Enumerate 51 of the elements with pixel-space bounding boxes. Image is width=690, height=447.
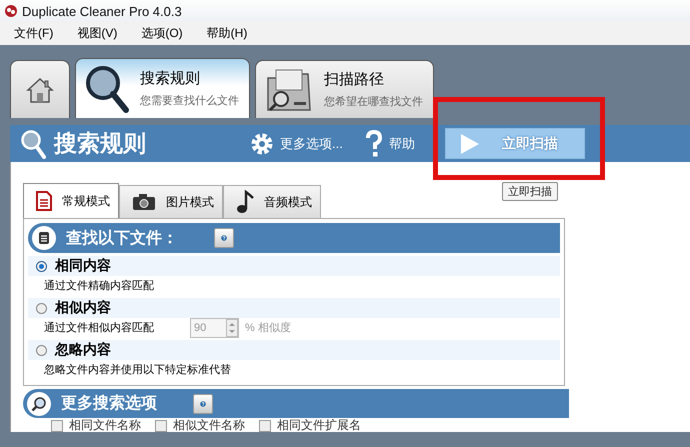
option-label: 相同内容 bbox=[55, 257, 111, 275]
checkbox[interactable] bbox=[155, 420, 167, 432]
checkbox-label: 相同文件扩展名 bbox=[277, 417, 361, 434]
tab-subtitle: 您需要查找什么文件 bbox=[140, 94, 239, 108]
tab-subtitle: 您希望在哪查找文件 bbox=[324, 94, 423, 109]
help-button[interactable] bbox=[214, 228, 234, 248]
checkbox[interactable] bbox=[259, 420, 271, 432]
main-tab[interactable]: 扫描路径 您希望在哪查找文件 bbox=[255, 60, 434, 118]
menu-item[interactable]: 帮助(H) bbox=[198, 23, 256, 44]
option-description: 通过文件精确内容匹配 bbox=[44, 278, 154, 293]
section-title: 搜索规则 bbox=[54, 129, 147, 158]
list-icon bbox=[37, 231, 51, 245]
camera-icon bbox=[132, 193, 156, 211]
checkbox-label: 相同文件名称 bbox=[69, 417, 141, 434]
settings-icon bbox=[250, 132, 274, 156]
option-label: 忽略内容 bbox=[55, 341, 111, 359]
main-tab[interactable]: 搜索规则 您需要查找什么文件 bbox=[75, 58, 250, 118]
magnifier-icon bbox=[20, 128, 46, 158]
mode-tab[interactable]: 图片模式 bbox=[119, 185, 223, 218]
question-mark-icon bbox=[364, 130, 383, 158]
option-description: 忽略文件内容并使用以下特定标准代替 bbox=[44, 362, 231, 377]
radio-button[interactable] bbox=[36, 344, 47, 356]
app-logo-icon bbox=[4, 4, 18, 18]
similarity-unit: % 相似度 bbox=[245, 320, 291, 335]
tooltip: 立即扫描 bbox=[502, 182, 558, 201]
mode-tab[interactable]: 常规模式 bbox=[23, 183, 119, 218]
radio-button[interactable] bbox=[36, 302, 47, 314]
tab-title: 搜索规则 bbox=[140, 69, 201, 88]
option-label: 相似内容 bbox=[55, 299, 111, 317]
radio-button[interactable] bbox=[36, 260, 47, 272]
magnifier-icon bbox=[84, 64, 130, 114]
document-icon bbox=[36, 191, 52, 211]
home-tab[interactable] bbox=[10, 60, 70, 118]
spinner-arrows-icon bbox=[226, 318, 238, 336]
checkbox[interactable] bbox=[51, 420, 63, 432]
window-title: Duplicate Cleaner Pro 4.0.3 bbox=[22, 4, 182, 18]
tab-title: 扫描路径 bbox=[324, 70, 385, 89]
option-description: 通过文件相似内容匹配 bbox=[44, 320, 154, 335]
music-note-icon bbox=[236, 190, 254, 214]
menu-item[interactable]: 选项(O) bbox=[133, 23, 191, 44]
more-options-button[interactable]: 更多选项... bbox=[250, 132, 343, 156]
section-title: 查找以下文件： bbox=[66, 228, 178, 248]
magnifier-icon bbox=[31, 396, 47, 412]
help-button[interactable] bbox=[193, 394, 213, 414]
menu-item[interactable]: 视图(V) bbox=[69, 23, 126, 44]
mode-tab[interactable]: 音频模式 bbox=[223, 185, 321, 218]
help-button[interactable]: 帮助 bbox=[364, 130, 415, 158]
checkbox-label: 相似文件名称 bbox=[173, 417, 245, 434]
menu-item[interactable]: 文件(F) bbox=[6, 23, 62, 44]
section-title: 更多搜索选项 bbox=[61, 393, 157, 414]
play-icon bbox=[460, 132, 480, 154]
